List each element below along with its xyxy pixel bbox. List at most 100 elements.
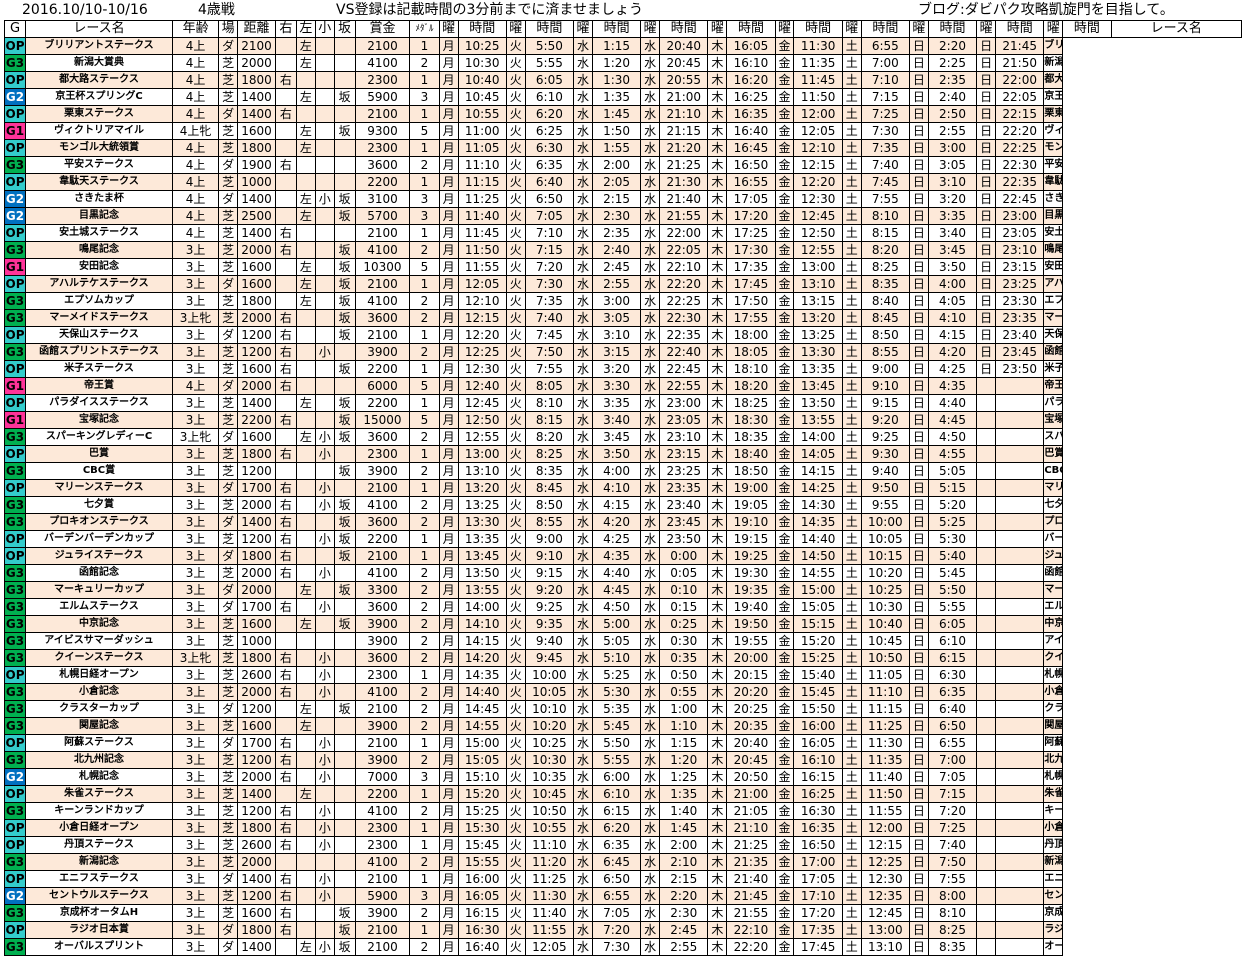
cell-left (295, 326, 316, 344)
cell-day (976, 768, 997, 786)
cell-time: 2:40 (591, 241, 642, 259)
cell-name-right: 阿蘇ステークス (1043, 734, 1064, 752)
cell-time: 16:10 (726, 54, 776, 72)
cell-grade: G3 (4, 462, 26, 480)
cell-time: 11:45 (793, 71, 843, 89)
cell-day: 火 (505, 751, 526, 769)
cell-day: 月 (438, 870, 459, 888)
cell-day: 日 (908, 173, 929, 191)
cell-name-right: 中京記念 (1043, 615, 1064, 633)
cell-day: 金 (774, 836, 795, 854)
cell-small (314, 717, 335, 735)
cell-day: 水 (573, 292, 593, 310)
cell-day: 日 (908, 751, 929, 769)
cell-dist: 1200 (237, 343, 276, 361)
cell-name-right: マーキュリーカップ (1043, 581, 1064, 599)
cell-day: 日 (908, 683, 929, 701)
cell-name-right: 安土城ステークス (1043, 224, 1064, 242)
cell-prize: 2100 (354, 734, 411, 752)
col-day: 曜 (573, 20, 593, 38)
cell-time: 6:05 (524, 71, 575, 89)
cell-name: パラダイスステークス (25, 394, 173, 412)
cell-name-right: 丹頂ステークス (1043, 836, 1064, 854)
cell-day: 水 (573, 37, 593, 55)
cell-field: 芝 (218, 173, 239, 191)
cell-day: 金 (774, 139, 795, 157)
cell-day: 土 (841, 173, 862, 191)
cell-day: 日 (908, 190, 929, 208)
cell-name: 丹頂ステークス (25, 836, 173, 854)
cell-day: 土 (841, 615, 862, 633)
cell-name-right: CBC賞 (1043, 462, 1064, 480)
cell-right (274, 54, 297, 72)
cell-time (995, 394, 1045, 412)
cell-age: 3上 (171, 921, 220, 939)
table-row: G3 スパーキングレディーC 3上牝ダ 1600 左小坂 3600 2 月 12:55 火 8:20… (4, 428, 1242, 446)
cell-day (976, 598, 997, 616)
cell-time: 20:45 (659, 54, 709, 72)
cell-time (995, 921, 1045, 939)
cell-time: 13:20 (457, 479, 507, 497)
cell-name: 中京記念 (25, 615, 173, 633)
cell-day: 土 (841, 632, 862, 650)
cell-grade: G3 (4, 496, 26, 514)
cell-time: 23:00 (659, 394, 709, 412)
cell-day: 土 (841, 156, 862, 174)
cell-age: 3上 (171, 411, 220, 429)
cell-time: 7:05 (524, 207, 575, 225)
cell-day: 日 (908, 700, 929, 718)
cell-time: 10:55 (457, 105, 507, 123)
cell-time: 23:00 (995, 207, 1045, 225)
cell-name: セントウルステークス (25, 887, 173, 905)
cell-age: 4上 (171, 71, 220, 89)
cell-day: 水 (573, 88, 593, 106)
cell-time: 15:20 (793, 632, 843, 650)
cell-day: 日 (908, 105, 929, 123)
cell-slope (333, 564, 356, 582)
cell-right: 右 (274, 71, 297, 89)
cell-time: 8:25 (860, 258, 910, 276)
cell-day: 水 (573, 71, 593, 89)
cell-left (295, 496, 316, 514)
cell-medal: 2 (409, 649, 440, 667)
cell-name: ヴィクトリアマイル (25, 122, 173, 140)
cell-time: 18:50 (726, 462, 776, 480)
cell-day: 月 (438, 411, 459, 429)
cell-day: 日 (976, 156, 997, 174)
cell-time: 4:35 (927, 377, 978, 395)
cell-day: 月 (438, 479, 459, 497)
cell-field: ダ (218, 734, 239, 752)
cell-name: エプソムカップ (25, 292, 173, 310)
cell-time: 5:35 (591, 700, 642, 718)
cell-day: 日 (908, 394, 929, 412)
cell-time (995, 598, 1045, 616)
cell-time: 9:25 (524, 598, 575, 616)
cell-slope (333, 819, 356, 837)
cell-day: 水 (640, 632, 661, 650)
cell-day: 月 (438, 326, 459, 344)
cell-time: 13:25 (793, 326, 843, 344)
cell-time: 14:50 (793, 547, 843, 565)
cell-day: 火 (505, 564, 526, 582)
table-row: G3 新潟記念 3上芝 2000 4100 2 月 15:55 火 11:20 水 6:45 水 2:10… (4, 853, 1242, 871)
cell-day: 金 (774, 275, 795, 293)
cell-time: 6:05 (927, 615, 978, 633)
cell-time: 6:55 (591, 887, 642, 905)
cell-day: 水 (640, 54, 661, 72)
cell-day: 金 (774, 292, 795, 310)
cell-day: 月 (438, 700, 459, 718)
cell-small (314, 411, 335, 429)
cell-time: 8:45 (524, 479, 575, 497)
cell-day: 月 (438, 496, 459, 514)
cell-time: 3:35 (591, 394, 642, 412)
cell-medal: 1 (409, 921, 440, 939)
cell-slope (333, 173, 356, 191)
cell-day: 水 (640, 836, 661, 854)
cell-time: 4:00 (591, 462, 642, 480)
cell-day: 火 (505, 700, 526, 718)
cell-time: 11:45 (457, 224, 507, 242)
cell-day: 水 (573, 887, 593, 905)
cell-day: 金 (774, 258, 795, 276)
cell-day: 水 (640, 649, 661, 667)
cell-medal: 2 (409, 751, 440, 769)
